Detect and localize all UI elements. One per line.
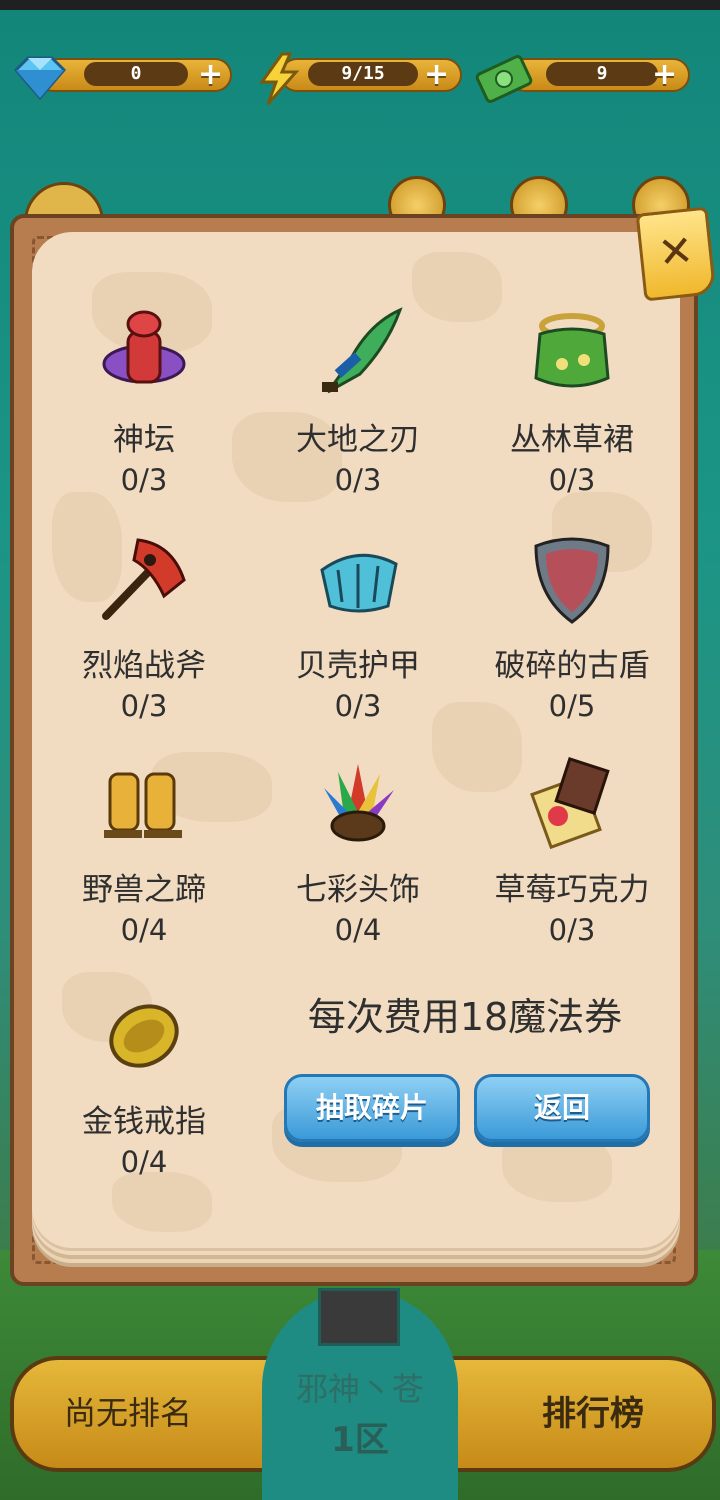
- item-shell-armor[interactable]: 贝壳护甲 0/3: [258, 530, 458, 726]
- avatar[interactable]: [318, 1288, 400, 1346]
- chocolate-icon: [530, 757, 610, 850]
- item-name: 七彩头饰: [296, 872, 420, 908]
- close-icon: ✕: [655, 225, 696, 278]
- item-name: 野兽之蹄: [82, 872, 206, 908]
- item-count: 0/3: [548, 913, 596, 947]
- add-cash-button[interactable]: +: [652, 60, 677, 90]
- item-broken-shield[interactable]: 破碎的古盾 0/5: [472, 530, 672, 726]
- item-count: 0/4: [120, 1145, 168, 1179]
- shell-armor-icon: [320, 553, 398, 613]
- item-count: 0/3: [334, 463, 382, 497]
- draw-fragment-button[interactable]: 抽取碎片: [284, 1074, 460, 1142]
- item-money-ring[interactable]: 金钱戒指 0/4: [44, 986, 244, 1182]
- item-beast-hoof[interactable]: 野兽之蹄 0/4: [44, 754, 244, 950]
- close-button[interactable]: ✕: [635, 206, 717, 302]
- item-rainbow-headdress[interactable]: 七彩头饰 0/4: [258, 754, 458, 950]
- grass-skirt-icon: [534, 313, 610, 388]
- rank-label: 尚无排名: [64, 1394, 193, 1432]
- diamond-icon: [13, 56, 67, 101]
- energy-value: 9/15: [308, 62, 418, 86]
- shield-icon: [534, 537, 610, 624]
- add-energy-button[interactable]: +: [424, 60, 449, 90]
- headdress-icon: [324, 764, 394, 842]
- cash-value: 9: [546, 62, 658, 86]
- blade-icon: [322, 307, 403, 394]
- cash-counter: 9 +: [474, 52, 692, 103]
- item-count: 0/3: [334, 689, 382, 723]
- item-count: 0/5: [548, 689, 596, 723]
- item-flame-axe[interactable]: 烈焰战斧 0/3: [44, 530, 244, 726]
- status-strip: [0, 0, 720, 10]
- boots-icon: [104, 772, 182, 838]
- item-strawberry-chocolate[interactable]: 草莓巧克力 0/3: [472, 754, 672, 950]
- item-altar[interactable]: 神坛 0/3: [44, 304, 244, 500]
- gems-counter: 0 +: [8, 52, 232, 101]
- item-count: 0/4: [334, 913, 382, 947]
- item-name: 草莓巧克力: [494, 872, 650, 908]
- item-name: 烈焰战斧: [82, 648, 206, 684]
- item-name: 大地之刃: [296, 422, 420, 458]
- item-name: 神坛: [113, 422, 175, 458]
- item-count: 0/3: [120, 689, 168, 723]
- add-gems-button[interactable]: +: [198, 60, 223, 90]
- item-count: 0/3: [120, 463, 168, 497]
- cost-text: 每次费用18魔法券: [307, 995, 623, 1039]
- item-name: 破碎的古盾: [494, 648, 650, 684]
- lightning-icon: [259, 52, 300, 105]
- ring-icon: [109, 1004, 179, 1068]
- axe-icon: [102, 538, 186, 620]
- item-count: 0/4: [120, 913, 168, 947]
- altar-icon: [102, 310, 186, 384]
- money-icon: [475, 55, 533, 103]
- item-count: 0/3: [548, 463, 596, 497]
- item-name: 金钱戒指: [82, 1104, 206, 1140]
- leaderboard-button[interactable]: 排行榜: [542, 1386, 644, 1435]
- item-earth-blade[interactable]: 大地之刃 0/3: [258, 304, 458, 500]
- player-name: 邪神丶苍: [295, 1370, 424, 1408]
- item-name: 丛林草裙: [510, 422, 634, 458]
- gems-value: 0: [84, 62, 188, 86]
- zone-label: 1区: [331, 1420, 389, 1460]
- back-button[interactable]: 返回: [474, 1074, 650, 1142]
- item-name: 贝壳护甲: [296, 648, 420, 684]
- item-jungle-skirt[interactable]: 丛林草裙 0/3: [472, 304, 672, 500]
- energy-counter: 9/15 +: [256, 52, 462, 105]
